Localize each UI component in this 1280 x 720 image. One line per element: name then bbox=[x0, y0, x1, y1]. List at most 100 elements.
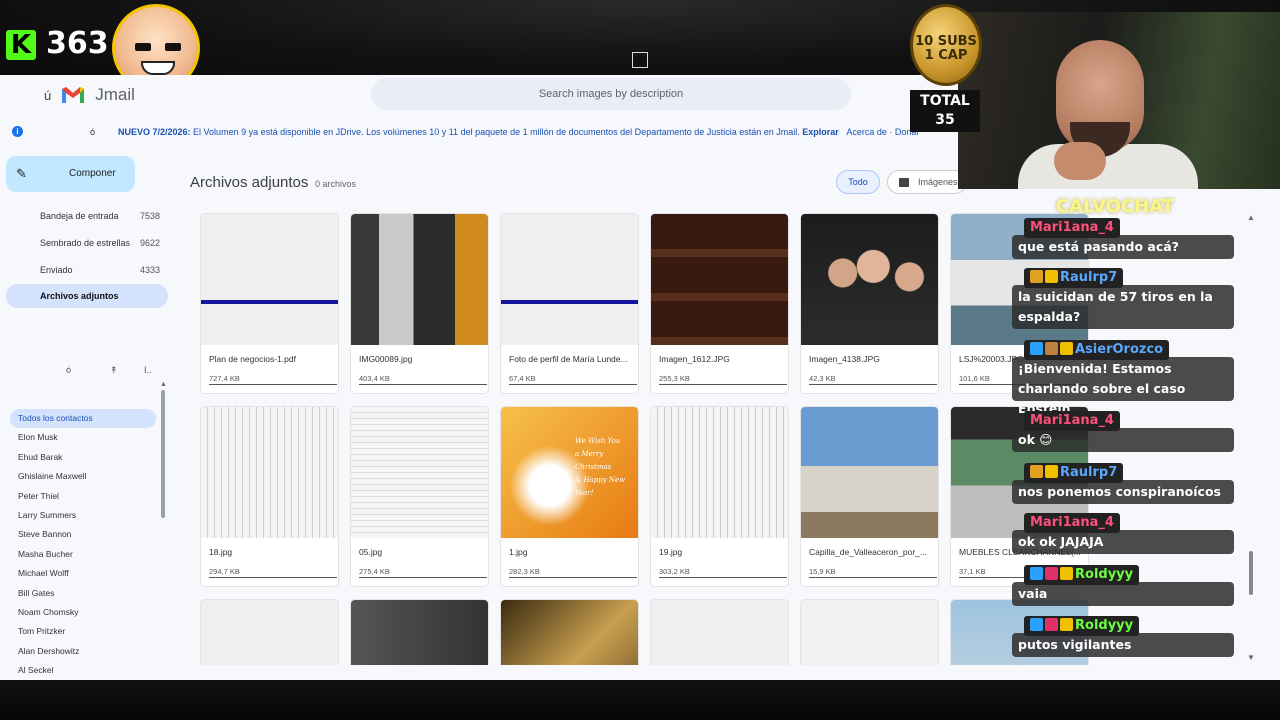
sidebar-item-starred[interactable]: Sembrado de estrellas 9622 bbox=[6, 231, 168, 255]
attachment-card[interactable]: 19.jpg 303,2 KB bbox=[650, 406, 789, 587]
contact-item[interactable]: Elon Musk bbox=[10, 428, 156, 447]
about-link[interactable]: Acerca de bbox=[846, 127, 887, 137]
jdrive-link[interactable]: JDrive bbox=[336, 127, 362, 137]
compose-button[interactable]: ✎ Componer bbox=[6, 156, 135, 192]
banner-body: El Volumen 9 ya está disponible en bbox=[190, 127, 336, 137]
greeting-card-text: We Wish You a Merry Christmas & Happy New … bbox=[575, 435, 637, 500]
contacts-list: Todos los contactos Elon Musk Ehud Barak Gh… bbox=[10, 409, 156, 680]
viewer-count: 363 bbox=[46, 26, 109, 61]
attachment-filename: 19.jpg bbox=[659, 547, 683, 557]
file-count: 0 archivos bbox=[315, 179, 357, 189]
attachment-thumbnail bbox=[201, 214, 338, 345]
attachment-card[interactable]: Imagen_4138.JPG 42,3 KB bbox=[800, 213, 939, 394]
attachment-thumbnail bbox=[351, 407, 488, 538]
grid-scrollbar[interactable] bbox=[1249, 551, 1253, 595]
attachment-divider bbox=[809, 384, 937, 385]
avatar-right-eye bbox=[165, 43, 181, 51]
contact-item[interactable]: Tom Pritzker bbox=[10, 622, 156, 641]
contact-item[interactable]: Michael Wolff bbox=[10, 564, 156, 583]
attachment-card[interactable]: IMG00089.jpg 403,4 KB bbox=[350, 213, 489, 394]
contact-item[interactable]: Masha Bucher bbox=[10, 545, 156, 564]
grid-scroll-down-icon[interactable]: ▼ bbox=[1247, 653, 1255, 662]
account-glyph[interactable]: ú bbox=[44, 88, 51, 103]
attachment-card[interactable] bbox=[650, 599, 789, 665]
pencil-icon: ✎ bbox=[16, 166, 27, 181]
maximize-icon[interactable] bbox=[632, 52, 648, 68]
sidebar-scroll-up-icon[interactable]: ▲ bbox=[160, 381, 167, 388]
contact-item[interactable]: Al Seckel bbox=[10, 661, 156, 680]
contact-item[interactable]: Alan Dershowitz bbox=[10, 642, 156, 661]
attachment-card[interactable]: Imagen_1612.JPG 255,3 KB bbox=[650, 213, 789, 394]
chat-message-text: putos vigilantes bbox=[1012, 633, 1234, 657]
stream-overlay: K 363 ú Jmail Search images by descripti… bbox=[0, 0, 1280, 720]
sidebar-item-count: 9622 bbox=[139, 238, 160, 248]
attachment-divider bbox=[209, 577, 337, 578]
upload-icon[interactable]: ↟ bbox=[110, 365, 118, 376]
attachment-card[interactable]: Foto de perfil de María Lunde... 67,4 KB bbox=[500, 213, 639, 394]
grid-scroll-up-icon[interactable]: ▲ bbox=[1247, 213, 1255, 222]
sidebar-item-sent[interactable]: Enviado 4333 bbox=[6, 258, 168, 282]
sidebar-item-inbox[interactable]: Bandeja de entrada 7538 bbox=[6, 204, 168, 228]
attachment-card[interactable]: We Wish You a Merry Christmas & Happy New … bbox=[500, 406, 639, 587]
greeting-line: & Happy New Year! bbox=[575, 476, 626, 497]
chat-message-text: ¡Bienvenida! Estamos charlando sobre el … bbox=[1012, 357, 1234, 416]
explore-link[interactable]: Explorar bbox=[802, 127, 839, 137]
jmail-logo-icon bbox=[61, 86, 85, 104]
attachment-filesize: 15,9 KB bbox=[809, 567, 836, 576]
contact-item[interactable]: Steve Bannon bbox=[10, 525, 156, 544]
attachment-card[interactable]: Capilla_de_Valleaceron_por_... 15,9 KB bbox=[800, 406, 939, 587]
attachment-card[interactable] bbox=[800, 599, 939, 665]
attachment-card[interactable]: 05.jpg 275,4 KB bbox=[350, 406, 489, 587]
attachment-card[interactable]: Plan de negocios-1.pdf 727,4 KB bbox=[200, 213, 339, 394]
chat-badge-icon bbox=[1045, 618, 1058, 631]
contact-item[interactable]: Ehud Barak bbox=[10, 448, 156, 467]
search-input[interactable]: Search images by description bbox=[371, 78, 851, 110]
chat-badge-icon bbox=[1030, 270, 1043, 283]
sidebar-item-count: 7538 bbox=[139, 211, 160, 221]
sidebar-item-attachments[interactable]: Archivos adjuntos bbox=[6, 284, 168, 308]
attachment-filename: 1.jpg bbox=[509, 547, 528, 557]
total-counter: TOTAL 35 bbox=[910, 90, 980, 132]
filter-all-chip[interactable]: Todo bbox=[836, 170, 880, 194]
chat-overlay: CALVOCHAT que está pasando acá? Mari1ana_… bbox=[1010, 196, 1240, 661]
sidebar-item-label: Enviado bbox=[40, 265, 73, 275]
contact-item[interactable]: Bill Gates bbox=[10, 584, 156, 603]
contact-item[interactable]: Noam Chomsky bbox=[10, 603, 156, 622]
stats-icon[interactable]: I.. bbox=[144, 365, 152, 375]
banner-text: NUEVO 7/2/2026: El Volumen 9 ya está dis… bbox=[118, 127, 920, 137]
attachment-card[interactable]: 18.jpg 294,7 KB bbox=[200, 406, 339, 587]
attachment-thumbnail bbox=[501, 600, 638, 665]
contact-item[interactable]: Larry Summers bbox=[10, 506, 156, 525]
attachment-divider bbox=[509, 384, 637, 385]
kick-logo-icon: K bbox=[6, 30, 36, 60]
chat-username-text: Raulrp7 bbox=[1060, 465, 1118, 480]
chat-message-text: la suicidan de 57 tiros en la espalda? bbox=[1012, 285, 1234, 329]
attachment-card[interactable] bbox=[350, 599, 489, 665]
attachment-filesize: 727,4 KB bbox=[209, 374, 240, 383]
sidebar-icon-glyph[interactable]: ó bbox=[66, 365, 71, 375]
contacts-all[interactable]: Todos los contactos bbox=[10, 409, 156, 429]
attachment-thumbnail bbox=[801, 407, 938, 538]
attachment-divider bbox=[659, 577, 787, 578]
contacts-scrollbar[interactable] bbox=[161, 390, 165, 518]
subs-goal-coin: 10 SUBS 1 CAP bbox=[910, 4, 982, 86]
attachment-card[interactable] bbox=[200, 599, 339, 665]
contact-item[interactable]: Peter Thiel bbox=[10, 487, 156, 506]
chat-badge-icon bbox=[1045, 567, 1058, 580]
total-value: 35 bbox=[935, 112, 955, 128]
chat-username: Mari1ana_4 bbox=[1024, 411, 1120, 431]
contact-item[interactable]: Ghislaine Maxwell bbox=[10, 467, 156, 486]
chat-badge-icon bbox=[1060, 567, 1073, 580]
attachment-filename: 18.jpg bbox=[209, 547, 233, 557]
attachment-filesize: 67,4 KB bbox=[509, 374, 536, 383]
attachment-card[interactable] bbox=[500, 599, 639, 665]
attachment-filesize: 294,7 KB bbox=[209, 567, 240, 576]
chat-username-text: Mari1ana_4 bbox=[1030, 515, 1114, 530]
banner-date: NUEVO 7/2/2026: bbox=[118, 127, 191, 137]
pdf-preview-bar bbox=[201, 300, 338, 304]
chat-username-text: Roldyyy bbox=[1075, 567, 1134, 582]
filter-images-chip[interactable]: Imágenes bbox=[887, 170, 967, 194]
chat-username: Raulrp7 bbox=[1024, 463, 1124, 483]
attachment-thumbnail bbox=[351, 214, 488, 345]
attachment-filesize: 255,3 KB bbox=[659, 374, 690, 383]
